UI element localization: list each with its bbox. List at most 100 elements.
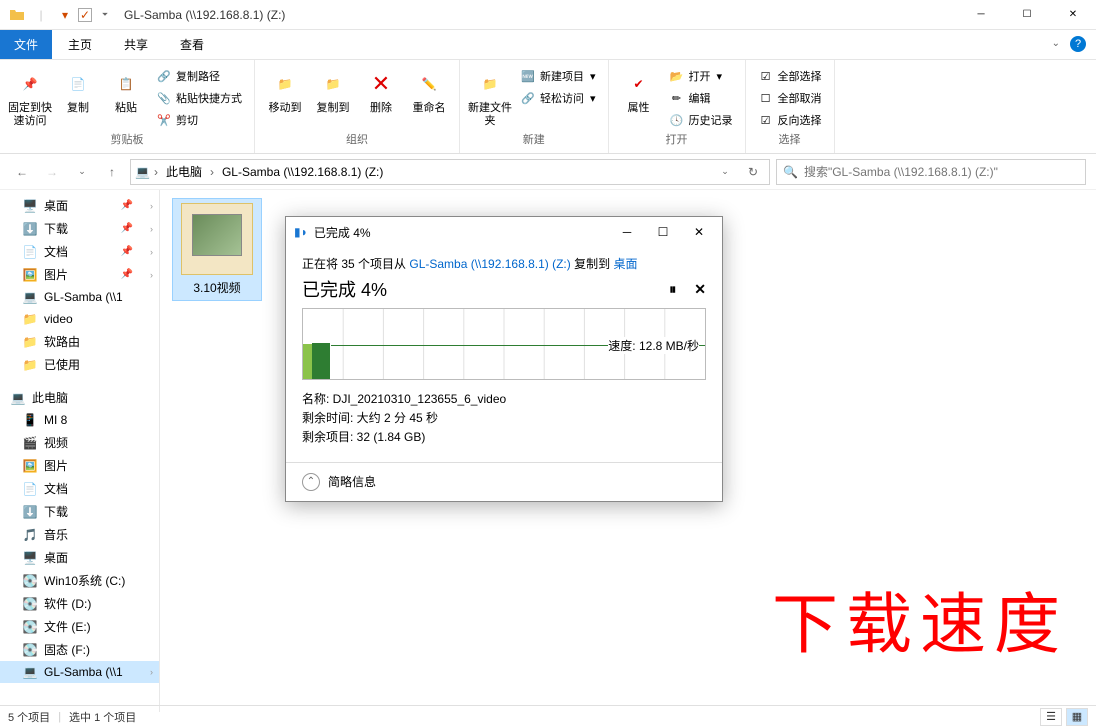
search-box[interactable]: 🔍 xyxy=(776,159,1086,185)
invertsel-button[interactable]: ☑反向选择 xyxy=(754,110,826,130)
sidebar-item[interactable]: 💽文件 (E:) xyxy=(0,615,159,638)
pause-button[interactable]: ⏸ xyxy=(669,281,676,298)
netdrive-icon: 💻 xyxy=(135,165,150,179)
crumb-root[interactable]: 此电脑 xyxy=(162,163,206,180)
pasteshortcut-button[interactable]: 📎粘贴快捷方式 xyxy=(152,88,246,108)
open-button[interactable]: 📂打开▾ xyxy=(665,66,737,86)
window-title: GL-Samba (\\192.168.8.1) (Z:) xyxy=(116,8,958,22)
copyto-button[interactable]: 📁复制到 xyxy=(311,64,355,115)
crumb-location[interactable]: GL-Samba (\\192.168.8.1) (Z:) xyxy=(218,165,387,179)
overlay-annotation: 下载速度 xyxy=(772,571,1068,667)
sidebar-item[interactable]: 💽固态 (F:) xyxy=(0,638,159,661)
close-button[interactable]: ✕ xyxy=(1050,0,1096,30)
copy-button[interactable]: 📄复制 xyxy=(56,64,100,115)
delete-button[interactable]: ✕删除 xyxy=(359,64,403,115)
sidebar-item[interactable]: 📄文档📌› xyxy=(0,240,159,263)
pin-button[interactable]: 📌固定到快速访问 xyxy=(8,64,52,128)
moveto-button[interactable]: 📁移动到 xyxy=(263,64,307,115)
help-icon[interactable]: ? xyxy=(1070,36,1086,52)
sidebar-item-label: MI 8 xyxy=(44,413,67,427)
sidebar-item[interactable]: 💻 此电脑 xyxy=(0,386,159,409)
download-icon: ⬇️ xyxy=(22,504,38,520)
refresh-button[interactable]: ↻ xyxy=(741,160,765,184)
tab-share[interactable]: 共享 xyxy=(108,30,164,59)
sidebar-item[interactable]: 💻GL-Samba (\\1› xyxy=(0,661,159,683)
sidebar-item[interactable]: 📱MI 8 xyxy=(0,409,159,431)
moveto-icon: 📁 xyxy=(269,68,301,100)
properties-button[interactable]: ✔属性 xyxy=(617,64,661,115)
sidebar-item[interactable]: 🖥️桌面 xyxy=(0,546,159,569)
folder-item[interactable]: 3.10视频 xyxy=(172,198,262,301)
pin-icon: 📌 xyxy=(121,223,133,234)
details-view-button[interactable]: ☰ xyxy=(1040,708,1062,726)
sidebar-item-label: Win10系统 (C:) xyxy=(44,572,125,589)
copypath-button[interactable]: 🔗复制路径 xyxy=(152,66,246,86)
sidebar[interactable]: 🖥️桌面📌›⬇️下载📌›📄文档📌›🖼️图片📌›💻GL-Samba (\\1📁vi… xyxy=(0,190,160,712)
doc-icon: 📄 xyxy=(22,481,38,497)
netdrive-icon: 💻 xyxy=(22,289,38,305)
up-button[interactable]: ↑ xyxy=(100,160,124,184)
source-link[interactable]: GL-Samba (\\192.168.8.1) (Z:) xyxy=(409,257,570,271)
back-button[interactable]: ← xyxy=(10,160,34,184)
paste-button[interactable]: 📋粘贴 xyxy=(104,64,148,115)
tab-view[interactable]: 查看 xyxy=(164,30,220,59)
sidebar-item[interactable]: 🖼️图片 xyxy=(0,454,159,477)
minimize-button[interactable]: ─ xyxy=(958,0,1004,30)
sidebar-item[interactable]: 💽软件 (D:) xyxy=(0,592,159,615)
dialog-icon: ▮◗ xyxy=(294,225,308,239)
sidebar-item[interactable]: 🎬视频 xyxy=(0,431,159,454)
easyaccess-button[interactable]: 🔗轻松访问▾ xyxy=(516,88,600,108)
newfolder-icon: 📁 xyxy=(474,68,506,100)
newfolder-button[interactable]: 📁新建文件夹 xyxy=(468,64,512,128)
tab-home[interactable]: 主页 xyxy=(52,30,108,59)
checkbox-icon[interactable]: ✓ xyxy=(78,8,92,22)
open-group-label: 打开 xyxy=(666,131,688,149)
cancel-button[interactable]: ✕ xyxy=(694,281,706,298)
rename-button[interactable]: ✏️重命名 xyxy=(407,64,451,115)
qat-overflow[interactable]: ⏷ xyxy=(94,4,116,26)
address-box[interactable]: 💻 › 此电脑 › GL-Samba (\\192.168.8.1) (Z:) … xyxy=(130,159,770,185)
copy-icon: 📄 xyxy=(62,68,94,100)
sidebar-item[interactable]: 🖥️桌面📌› xyxy=(0,194,159,217)
folder-thumbnail xyxy=(181,203,253,275)
file-tab[interactable]: 文件 xyxy=(0,30,52,59)
forward-button[interactable]: → xyxy=(40,160,64,184)
addr-dropdown[interactable]: ⌄ xyxy=(713,160,737,184)
icons-view-button[interactable]: ▦ xyxy=(1066,708,1088,726)
dialog-maximize-button[interactable]: ☐ xyxy=(648,221,678,243)
search-input[interactable] xyxy=(804,165,1079,179)
newitem-button[interactable]: 🆕新建项目▾ xyxy=(516,66,600,86)
collapse-details-button[interactable]: ⌃ xyxy=(302,473,320,491)
sidebar-item[interactable]: 💽Win10系统 (C:) xyxy=(0,569,159,592)
brief-info-label[interactable]: 简略信息 xyxy=(328,473,376,490)
history-button[interactable]: 🕓历史记录 xyxy=(665,110,737,130)
sidebar-item[interactable]: 📄 文档 xyxy=(0,477,159,500)
pc-icon: 💻 xyxy=(10,390,26,406)
sidebar-item-label: video xyxy=(44,312,73,326)
selectall-button[interactable]: ☑全部选择 xyxy=(754,66,826,86)
sidebar-item[interactable]: ⬇️下载 xyxy=(0,500,159,523)
sidebar-item[interactable]: 📁软路由 xyxy=(0,330,159,353)
pin-icon: 📌 xyxy=(121,200,133,211)
recent-dropdown[interactable]: ⌄ xyxy=(70,160,94,184)
cut-button[interactable]: ✂️剪切 xyxy=(152,110,246,130)
sidebar-item[interactable]: 📁已使用 xyxy=(0,353,159,376)
sidebar-item[interactable]: 🎵音乐 xyxy=(0,523,159,546)
sidebar-item[interactable]: 🖼️图片📌› xyxy=(0,263,159,286)
sidebar-item[interactable]: 📁video xyxy=(0,308,159,330)
paste-icon: 📋 xyxy=(110,68,142,100)
sidebar-item[interactable]: 💻GL-Samba (\\1 xyxy=(0,286,159,308)
chevron-right-icon: › xyxy=(150,270,153,280)
chevron-right-icon: › xyxy=(150,667,153,677)
dropdown-icon[interactable]: ▾ xyxy=(54,4,76,26)
dest-link[interactable]: 桌面 xyxy=(613,257,637,271)
selectnone-button[interactable]: ☐全部取消 xyxy=(754,88,826,108)
dialog-close-button[interactable]: ✕ xyxy=(684,221,714,243)
sidebar-item-label: 此电脑 xyxy=(32,389,68,406)
maximize-button[interactable]: ☐ xyxy=(1004,0,1050,30)
dialog-minimize-button[interactable]: ─ xyxy=(612,221,642,243)
sidebar-item[interactable]: ⬇️下载📌› xyxy=(0,217,159,240)
sidebar-item-label: 文档 xyxy=(44,480,68,497)
ribbon-expand-icon[interactable]: ⌄ xyxy=(1052,38,1060,49)
edit-button[interactable]: ✏编辑 xyxy=(665,88,737,108)
